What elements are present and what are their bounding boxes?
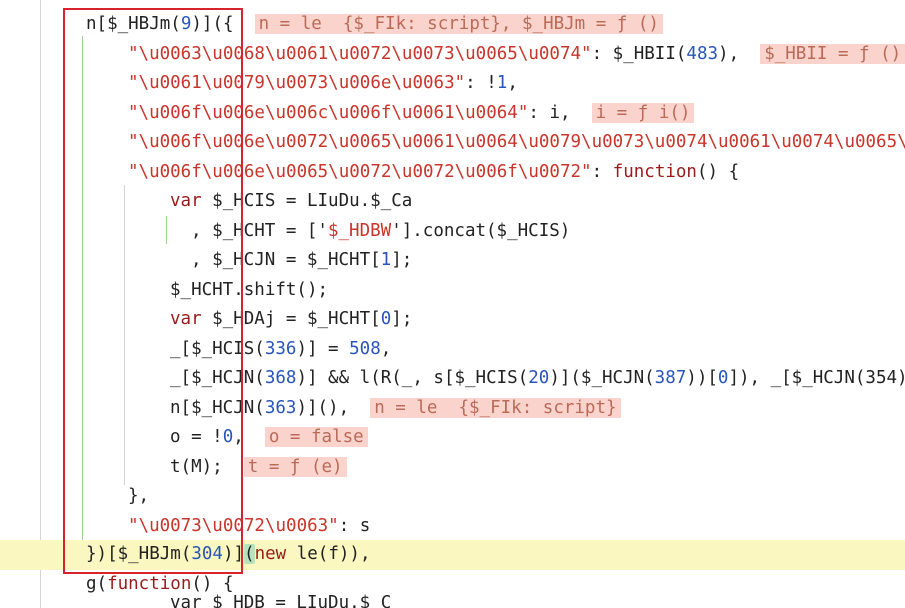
code-text: '].concat($_HCIS) xyxy=(391,220,571,241)
string-literal: $_HDBW xyxy=(327,220,392,241)
number-literal: 508 xyxy=(349,338,381,359)
number-literal: 1 xyxy=(380,250,392,270)
code-text: , xyxy=(507,73,518,93)
code-text: : i, xyxy=(528,102,571,123)
keyword: function xyxy=(612,161,697,182)
code-text: : ! xyxy=(465,73,497,93)
code-text: ))[ xyxy=(686,368,718,388)
inlay-hint: n = le {$_FIk: script}, $_HBJm = ƒ () xyxy=(254,14,663,34)
inlay-hint: $_HBII = ƒ () xyxy=(760,43,905,64)
code-text: () { xyxy=(191,573,234,594)
code-editor[interactable]: }), n[$_HBJm(9)]({ n = le {$_FIk: script… xyxy=(0,0,905,608)
code-text: )] && l(R(_, s[$_HCIS( xyxy=(296,368,529,388)
red-highlight-box xyxy=(63,8,243,574)
code-text: g( xyxy=(86,573,108,594)
cutoff-line-bottom: var $_HDB = LIuDu.$_C xyxy=(170,593,392,608)
code-text: )](), xyxy=(296,397,350,418)
inlay-hint: o = false xyxy=(264,427,368,447)
code-text: )] = xyxy=(296,338,350,359)
number-literal: 0 xyxy=(380,309,392,329)
inlay-hint: n = le {$_FIk: script} xyxy=(370,397,621,418)
code-text: ]; xyxy=(391,309,413,329)
number-literal: 368 xyxy=(264,368,297,388)
number-literal: 387 xyxy=(654,368,687,388)
number-literal: 0 xyxy=(717,368,729,388)
string-literal: "\u006f\u006e\u0072\u0065\u0061\u0064\u0… xyxy=(128,132,905,152)
code-text: ]), _[$_HCJN(354) xyxy=(728,368,905,388)
code-text: : $_HBII( xyxy=(591,43,687,64)
code-text: : xyxy=(591,161,613,182)
code-text: le(f)), xyxy=(286,544,371,564)
code-text: )]($_HCJN( xyxy=(549,368,655,388)
number-literal: 20 xyxy=(528,368,550,388)
code-text: () { xyxy=(696,161,740,182)
number-literal: 483 xyxy=(686,43,719,64)
keyword: new xyxy=(254,544,287,564)
code-text: : s xyxy=(338,515,371,536)
number-literal: 363 xyxy=(264,397,297,418)
inlay-hint: t = ƒ (e) xyxy=(243,456,347,477)
keyword: function xyxy=(107,573,192,594)
inlay-hint: i = ƒ i() xyxy=(591,102,695,123)
number-literal: 336 xyxy=(264,338,297,359)
matched-bracket: ( xyxy=(244,544,255,564)
code-text: ]; xyxy=(391,250,413,270)
code-text: ), xyxy=(718,43,740,64)
number-literal: 1 xyxy=(496,73,508,93)
code-text: , xyxy=(380,338,392,359)
